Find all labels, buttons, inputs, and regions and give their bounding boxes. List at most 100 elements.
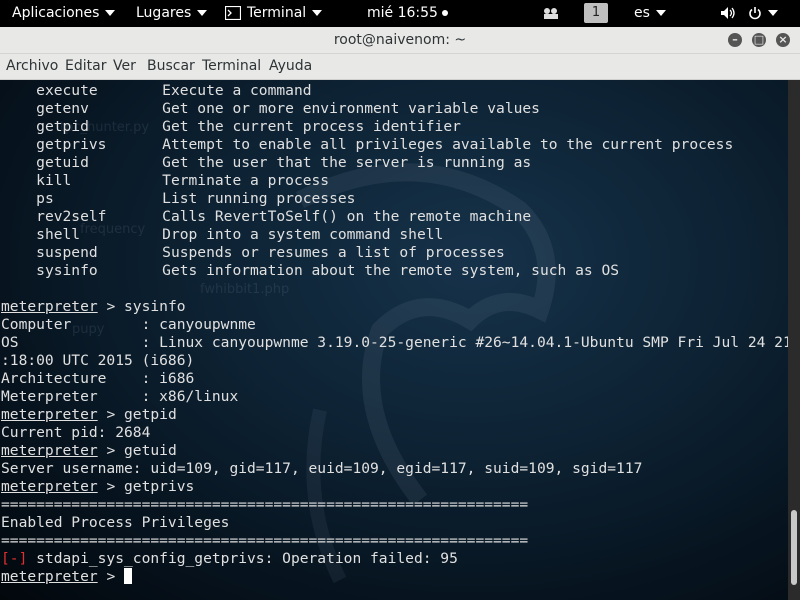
- prompt-separator: >: [97, 406, 125, 423]
- typed-command: sysinfo: [124, 298, 186, 315]
- prompt-line: meterpreter > getprivs: [1, 478, 788, 496]
- output-line: OS : Linux canyoupwnme 3.19.0-25-generic…: [1, 334, 788, 351]
- command-desc: Get one or more environment variable val…: [162, 100, 540, 117]
- command-name: suspend: [36, 244, 98, 261]
- command-name: getpid: [36, 118, 89, 135]
- screen-share-icon[interactable]: [542, 0, 560, 27]
- prompt-line: meterpreter > getuid: [1, 442, 788, 460]
- power-icon: [749, 7, 761, 20]
- command-desc: Drop into a system command shell: [162, 226, 444, 243]
- output-line: Meterpreter : x86/linux: [1, 388, 239, 405]
- command-desc: Terminate a process: [162, 172, 330, 189]
- close-button[interactable]: ×: [776, 33, 790, 47]
- prompt-label: meterpreter: [1, 406, 98, 423]
- chevron-down-icon: [312, 10, 323, 16]
- prompt-separator: >: [97, 298, 125, 315]
- prompt-label: meterpreter: [1, 442, 98, 459]
- applications-label: Aplicaciones: [12, 5, 100, 21]
- prompt-label: meterpreter: [1, 478, 98, 495]
- clock[interactable]: mié 16:55: [367, 0, 448, 27]
- menubar: Archivo Editar Ver Buscar Terminal Ayuda: [0, 54, 800, 80]
- terminal-app-label: Terminal: [247, 5, 307, 21]
- command-desc: Get the current process identifier: [162, 118, 461, 135]
- menu-ayuda[interactable]: Ayuda: [269, 54, 312, 79]
- applications-menu[interactable]: Aplicaciones: [12, 0, 116, 27]
- workspace-indicator[interactable]: 1: [584, 3, 608, 23]
- command-desc: List running processes: [162, 190, 356, 207]
- output-line: :18:00 UTC 2015 (i686): [1, 352, 195, 369]
- text-cursor: [124, 568, 133, 584]
- command-name: ps: [36, 190, 54, 207]
- prompt-separator: >: [97, 568, 125, 585]
- system-top-bar: Aplicaciones Lugares Terminal mié 16:55 …: [0, 0, 800, 27]
- menu-archivo[interactable]: Archivo: [6, 54, 58, 79]
- command-desc: Calls RevertToSelf() on the remote machi…: [162, 208, 532, 225]
- command-row: rev2self Calls RevertToSelf() on the remo…: [1, 208, 788, 226]
- command-row: getenv Get one or more environment variab…: [1, 100, 788, 118]
- command-desc: Gets information about the remote system…: [162, 262, 620, 279]
- prompt-separator: >: [97, 478, 125, 495]
- language-menu[interactable]: es: [634, 0, 666, 27]
- typed-command: getuid: [124, 442, 177, 459]
- output-line: Architecture : i686: [1, 370, 195, 387]
- terminal-view[interactable]: tpc_hunter.py frequency fwhibbit1.php pu…: [0, 80, 788, 600]
- notification-dot-icon: [441, 10, 448, 16]
- command-name: kill: [36, 172, 72, 189]
- command-name: getuid: [36, 154, 89, 171]
- prompt-line: meterpreter >: [1, 568, 788, 586]
- menu-terminal[interactable]: Terminal: [202, 54, 261, 79]
- command-row: getpid Get the current process identifier: [1, 118, 788, 136]
- chevron-down-icon: [197, 10, 208, 16]
- terminal-output: execute Execute a command getenv Get one o…: [1, 82, 788, 586]
- terminal-app-menu[interactable]: Terminal: [224, 0, 323, 27]
- command-name: rev2self: [36, 208, 107, 225]
- maximize-button[interactable]: □: [752, 33, 766, 47]
- command-name: getenv: [36, 100, 89, 117]
- places-label: Lugares: [136, 5, 192, 21]
- prompt-line: meterpreter > getpid: [1, 406, 788, 424]
- minimize-button[interactable]: –: [728, 33, 742, 47]
- prompt-label: meterpreter: [1, 298, 98, 315]
- scrollbar-thumb[interactable]: [791, 510, 797, 585]
- terminal-icon: [224, 5, 242, 21]
- command-desc: Attempt to enable all privileges availab…: [162, 136, 734, 153]
- language-label: es: [634, 5, 650, 21]
- places-menu[interactable]: Lugares: [136, 0, 208, 27]
- command-row: kill Terminate a process: [1, 172, 788, 190]
- volume-icon[interactable]: [720, 0, 736, 27]
- command-name: shell: [36, 226, 81, 243]
- prompt-separator: >: [97, 442, 125, 459]
- output-line: Server username: uid=109, gid=117, euid=…: [1, 460, 643, 477]
- chevron-down-icon: [768, 10, 778, 16]
- command-desc: Suspends or resumes a list of processes: [162, 244, 505, 261]
- window-titlebar[interactable]: root@naivenom: ~ – □ ×: [0, 27, 800, 54]
- prompt-line: meterpreter > sysinfo: [1, 298, 788, 316]
- window-title: root@naivenom: ~: [333, 32, 467, 48]
- command-row: suspend Suspends or resumes a list of pro…: [1, 244, 788, 262]
- terminal-scrollbar[interactable]: [788, 80, 800, 600]
- command-row: getprivs Attempt to enable all privileges…: [1, 136, 788, 154]
- command-name: getprivs: [36, 136, 107, 153]
- chevron-down-icon: [655, 10, 666, 16]
- separator-line: ========================================…: [1, 532, 529, 549]
- command-row: ps List running processes: [1, 190, 788, 208]
- command-desc: Execute a command: [162, 82, 312, 99]
- clock-label: mié 16:55: [367, 5, 438, 21]
- error-tag: [-]: [1, 550, 28, 567]
- output-line: Current pid: 2684: [1, 424, 151, 441]
- command-row: sysinfo Gets information about the remote…: [1, 262, 788, 280]
- command-row: shell Drop into a system command shell: [1, 226, 788, 244]
- command-name: sysinfo: [36, 262, 98, 279]
- menu-ver[interactable]: Ver: [113, 54, 136, 79]
- command-row: getuid Get the user that the server is ru…: [1, 154, 788, 172]
- error-line: [-] stdapi_sys_config_getprivs: Operatio…: [1, 550, 788, 568]
- command-name: execute: [36, 82, 98, 99]
- chevron-down-icon: [105, 10, 116, 16]
- menu-editar[interactable]: Editar: [65, 54, 106, 79]
- prompt-label: meterpreter: [1, 568, 98, 585]
- menu-buscar[interactable]: Buscar: [147, 54, 195, 79]
- power-menu[interactable]: [748, 0, 778, 27]
- output-line: Enabled Process Privileges: [1, 514, 230, 531]
- command-row: execute Execute a command: [1, 82, 788, 100]
